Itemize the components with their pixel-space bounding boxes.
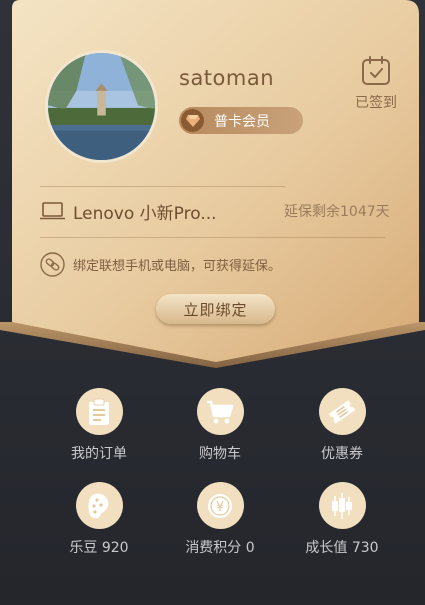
divider: [40, 237, 385, 238]
ledou-label: 乐豆 920: [69, 540, 129, 556]
member-level-label: 普卡会员: [214, 113, 270, 130]
my-orders-label: 我的订单: [71, 446, 127, 462]
device-name: Lenovo 小新Pro...: [73, 203, 217, 224]
points-entry[interactable]: ¥ 消费积分 0: [165, 482, 275, 557]
diamond-icon: [181, 109, 204, 132]
bind-hint-text: 绑定联想手机或电脑，可获得延保。: [73, 259, 282, 274]
cart-icon: [196, 388, 244, 435]
bind-hint: 绑定联想手机或电脑，可获得延保。: [40, 252, 281, 277]
bind-now-button[interactable]: 立即绑定: [156, 294, 275, 324]
bean-icon: [75, 482, 123, 529]
laptop-icon: [40, 202, 65, 220]
username: satoman: [179, 66, 275, 90]
divider: [40, 186, 285, 187]
link-icon: [40, 252, 65, 277]
yen-coin-icon: ¥: [196, 482, 244, 529]
checkin-label: 已签到: [355, 95, 397, 111]
member-badge[interactable]: 普卡会员: [179, 107, 303, 134]
coupons-entry[interactable]: 优惠券: [287, 388, 397, 463]
coupons-label: 优惠券: [321, 446, 363, 462]
ticket-icon: [318, 388, 366, 435]
my-orders-entry[interactable]: 我的订单: [44, 388, 154, 463]
warranty-remaining: 延保剩余1047天: [284, 204, 390, 220]
growth-label: 成长值 730: [305, 540, 379, 556]
avatar[interactable]: [45, 50, 158, 163]
candlestick-icon: [318, 482, 366, 529]
svg-text:¥: ¥: [216, 500, 224, 515]
checkin-button[interactable]: 已签到: [346, 56, 406, 112]
cart-entry[interactable]: 购物车: [165, 388, 275, 463]
ledou-entry[interactable]: 乐豆 920: [44, 482, 154, 557]
clipboard-icon: [75, 388, 123, 435]
points-label: 消费积分 0: [185, 540, 255, 556]
growth-entry[interactable]: 成长值 730: [287, 482, 397, 557]
calendar-check-icon: [362, 56, 390, 85]
cart-label: 购物车: [199, 446, 241, 462]
